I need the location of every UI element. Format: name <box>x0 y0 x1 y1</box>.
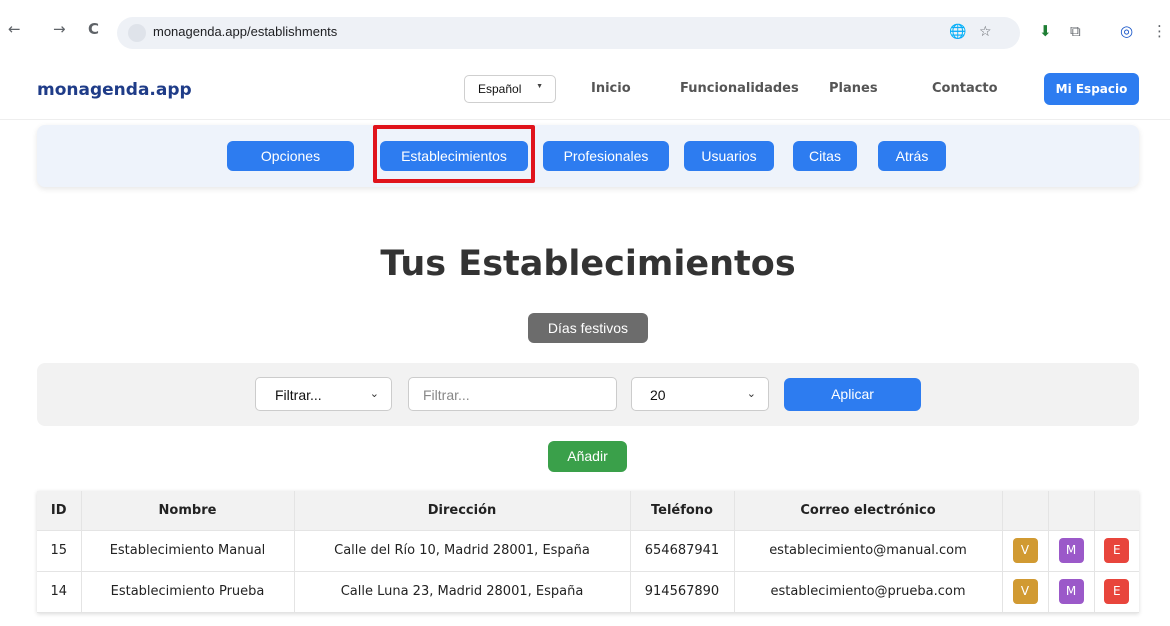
aplicar-button[interactable]: Aplicar <box>784 378 921 411</box>
cell-nombre: Establecimiento Manual <box>81 530 295 572</box>
address-bar[interactable]: monagenda.app/establishments 🌐 ☆ <box>117 17 1020 49</box>
col-nombre: Nombre <box>81 491 295 531</box>
col-correo: Correo electrónico <box>734 491 1003 531</box>
filter-input[interactable]: Filtrar... <box>408 377 617 411</box>
table-header-row: ID Nombre Dirección Teléfono Correo elec… <box>37 491 1139 531</box>
filter-bar: Filtrar... ⌄ Filtrar... 20 ⌄ Aplicar <box>37 363 1139 426</box>
col-telefono: Teléfono <box>630 491 735 531</box>
col-id: ID <box>37 491 82 531</box>
col-action-v <box>1002 491 1049 531</box>
cell-action: V <box>1002 530 1049 572</box>
profesionales-button[interactable]: Profesionales <box>543 141 669 171</box>
download-icon[interactable]: ⬇ <box>1039 23 1052 39</box>
cell-action: V <box>1002 571 1049 613</box>
cell-action: E <box>1094 530 1139 572</box>
cell-nombre: Establecimiento Prueba <box>81 571 295 613</box>
establishments-table: ID Nombre Dirección Teléfono Correo elec… <box>37 491 1139 613</box>
table-row: 14 Establecimiento Prueba Calle Luna 23,… <box>37 571 1139 613</box>
cell-telefono: 654687941 <box>630 530 735 572</box>
filter-field-select[interactable]: Filtrar... ⌄ <box>255 377 392 411</box>
sub-navigation: Opciones Establecimientos Profesionales … <box>37 125 1139 187</box>
forward-icon[interactable]: → <box>53 21 66 37</box>
extensions-icon[interactable]: ⧉ <box>1070 23 1081 39</box>
chevron-down-icon: ⌄ <box>746 388 756 400</box>
delete-button[interactable]: E <box>1104 579 1130 604</box>
citas-button[interactable]: Citas <box>793 141 857 171</box>
site-info-icon[interactable] <box>128 24 146 42</box>
cell-correo: establecimiento@prueba.com <box>734 571 1003 613</box>
nav-funcionalidades[interactable]: Funcionalidades <box>680 81 799 96</box>
cell-action: M <box>1048 530 1095 572</box>
mi-espacio-button[interactable]: Mi Espacio <box>1044 73 1139 105</box>
cell-correo: establecimiento@manual.com <box>734 530 1003 572</box>
language-select[interactable]: Español ▼ <box>464 75 556 103</box>
back-icon[interactable]: ← <box>8 21 21 37</box>
col-direccion: Dirección <box>294 491 631 531</box>
menu-icon[interactable]: ⋮ <box>1152 23 1167 39</box>
dias-festivos-button[interactable]: Días festivos <box>528 313 648 343</box>
cell-action: M <box>1048 571 1095 613</box>
col-action-e <box>1094 491 1139 531</box>
nav-inicio[interactable]: Inicio <box>591 81 631 96</box>
anadir-button[interactable]: Añadir <box>548 441 627 472</box>
cell-direccion: Calle del Río 10, Madrid 28001, España <box>294 530 631 572</box>
chevron-down-icon: ▼ <box>536 83 543 90</box>
atras-button[interactable]: Atrás <box>878 141 946 171</box>
page-size-value: 20 <box>650 387 666 403</box>
cell-id: 14 <box>37 571 82 613</box>
reload-icon[interactable]: C <box>88 21 99 37</box>
page-size-select[interactable]: 20 ⌄ <box>631 377 769 411</box>
cell-id: 15 <box>37 530 82 572</box>
filter-field-value: Filtrar... <box>275 387 322 403</box>
cell-telefono: 914567890 <box>630 571 735 613</box>
opciones-button[interactable]: Opciones <box>227 141 354 171</box>
nav-contacto[interactable]: Contacto <box>932 81 998 96</box>
highlight-box <box>373 125 535 183</box>
view-button[interactable]: V <box>1012 538 1038 563</box>
site-header: monagenda.app Español ▼ Inicio Funcional… <box>0 56 1170 120</box>
col-action-m <box>1048 491 1095 531</box>
url-text[interactable]: monagenda.app/establishments <box>153 24 337 39</box>
nav-planes[interactable]: Planes <box>829 81 878 96</box>
site-logo[interactable]: monagenda.app <box>37 80 192 100</box>
translate-icon[interactable]: 🌐 <box>949 24 966 40</box>
language-value: Español <box>478 82 522 96</box>
modify-button[interactable]: M <box>1058 579 1084 604</box>
chevron-down-icon: ⌄ <box>369 388 379 400</box>
delete-button[interactable]: E <box>1104 538 1130 563</box>
view-button[interactable]: V <box>1012 579 1038 604</box>
cell-action: E <box>1094 571 1139 613</box>
cell-direccion: Calle Luna 23, Madrid 28001, España <box>294 571 631 613</box>
table-row: 15 Establecimiento Manual Calle del Río … <box>37 530 1139 572</box>
bookmark-star-icon[interactable]: ☆ <box>979 24 992 40</box>
modify-button[interactable]: M <box>1058 538 1084 563</box>
profile-icon[interactable]: ◎ <box>1120 23 1133 39</box>
browser-toolbar: ← → C monagenda.app/establishments 🌐 ☆ ⬇… <box>0 0 1170 56</box>
usuarios-button[interactable]: Usuarios <box>684 141 774 171</box>
page-title: Tus Establecimientos <box>380 244 796 284</box>
